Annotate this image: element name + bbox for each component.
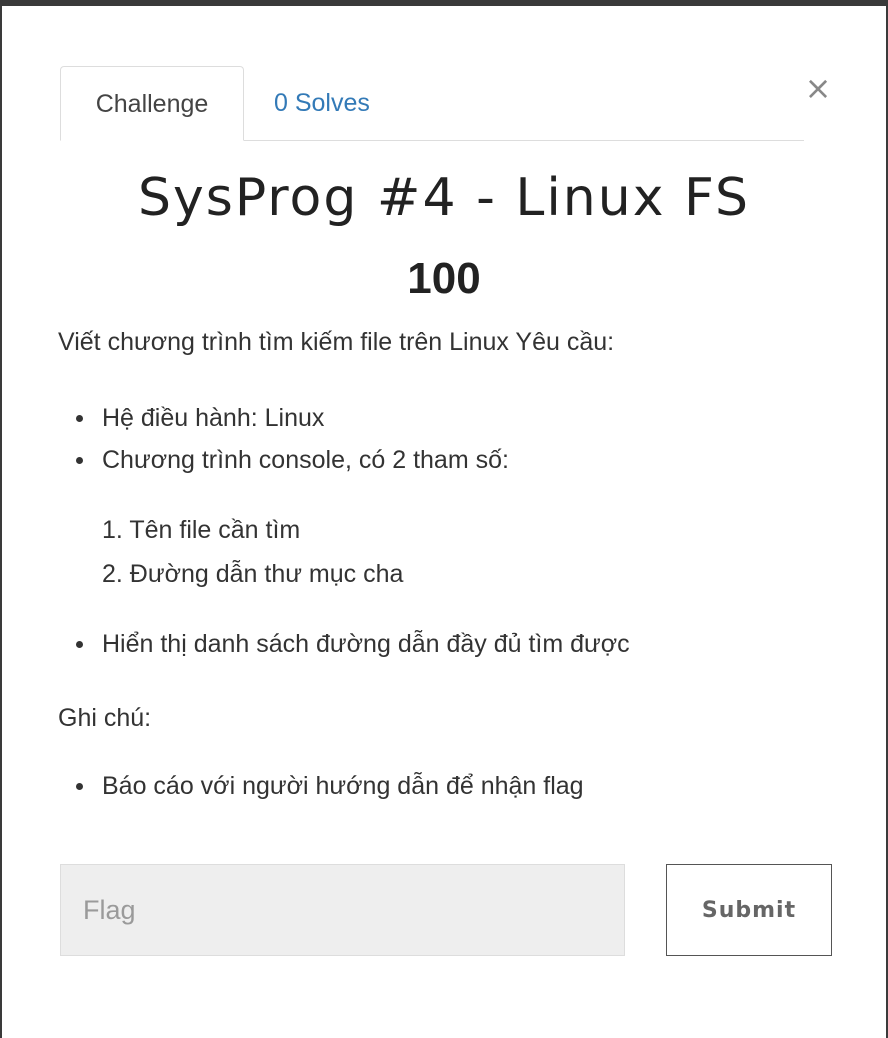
list-item-text: Chương trình console, có 2 tham số: — [102, 446, 509, 474]
list-item: Hiển thị danh sách đường dẫn đầy đủ tìm … — [76, 630, 630, 659]
list-item: 1. Tên file cần tìm — [102, 516, 301, 544]
challenge-modal: Challenge 0 Solves × SysProg #4 - Linux … — [2, 6, 886, 1038]
list-item: 2. Đường dẫn thư mục cha — [102, 560, 404, 588]
list-item: Hệ điều hành: Linux — [76, 404, 325, 433]
flag-input[interactable] — [60, 864, 625, 956]
tab-challenge[interactable]: Challenge — [60, 66, 244, 141]
challenge-points: 100 — [407, 254, 481, 303]
challenge-title: SysProg #4 - Linux FS — [137, 168, 751, 228]
list-item-text: Hiển thị danh sách đường dẫn đầy đủ tìm … — [102, 630, 630, 658]
note-heading: Ghi chú: — [58, 704, 152, 732]
bullet-icon — [76, 457, 83, 464]
list-item: Báo cáo với người hướng dẫn để nhận flag — [76, 772, 584, 801]
bullet-icon — [76, 415, 83, 422]
submit-button[interactable]: Submit — [666, 864, 832, 956]
tab-bar: Challenge 0 Solves — [60, 66, 804, 141]
list-item-text: Hệ điều hành: Linux — [102, 404, 325, 432]
bullet-icon — [76, 641, 83, 648]
list-item: Chương trình console, có 2 tham số: — [76, 446, 509, 475]
list-item-text: Báo cáo với người hướng dẫn để nhận flag — [102, 772, 584, 800]
tab-solves[interactable]: 0 Solves — [274, 66, 370, 140]
close-icon[interactable]: × — [802, 68, 834, 108]
bullet-icon — [76, 783, 83, 790]
description-intro: Viết chương trình tìm kiếm file trên Lin… — [58, 328, 615, 356]
